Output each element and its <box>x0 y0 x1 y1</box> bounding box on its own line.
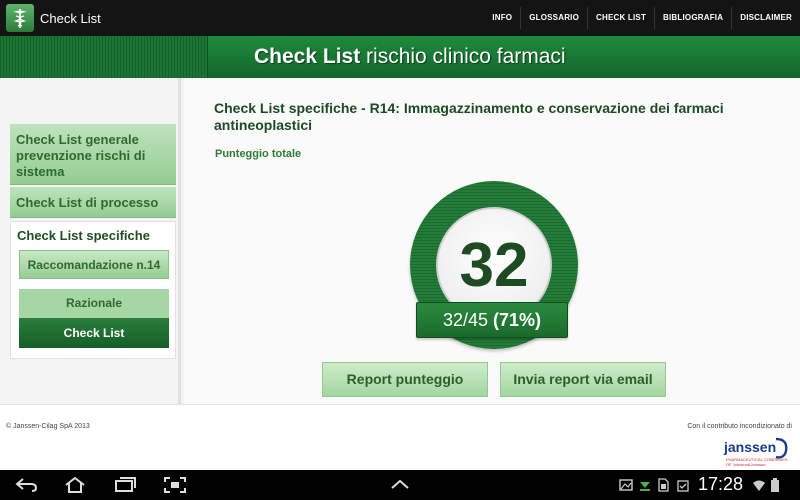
menu-info[interactable]: INFO <box>484 7 520 29</box>
recommendation-button[interactable]: Raccomandazione n.14 <box>19 250 169 279</box>
back-icon[interactable] <box>14 476 40 494</box>
report-score-button[interactable]: Report punteggio <box>322 362 488 397</box>
score-value: 32 <box>459 230 529 300</box>
email-report-button[interactable]: Invia report via email <box>500 362 666 397</box>
battery-icon <box>771 478 779 492</box>
action-bar: Check List INFO GLOSSARIO CHECK LIST BIB… <box>0 0 800 36</box>
system-bar: 17:28 <box>0 470 800 500</box>
menu-disclaimer[interactable]: DISCLAIMER <box>731 7 800 29</box>
clock: 17:28 <box>698 474 744 494</box>
checklist-tab[interactable]: Check List <box>19 318 169 348</box>
menu-glossario[interactable]: GLOSSARIO <box>520 7 587 29</box>
header-banner: Check List rischio clinico farmaci <box>0 36 800 78</box>
janssen-logo: janssen PHARMACEUTICAL COMPANIES OF John… <box>724 437 790 467</box>
download-icon <box>640 482 650 491</box>
sidebar-item-process[interactable]: Check List di processo <box>10 187 176 218</box>
score-label: Punteggio totale <box>215 148 302 160</box>
wifi-icon <box>753 480 765 491</box>
app-title: Check List <box>40 10 101 26</box>
copyright: © Janssen-Cilag SpA 2013 <box>6 423 90 430</box>
banner-panel: Check List rischio clinico farmaci <box>207 36 800 78</box>
main-content: Check List specifiche - R14: Immagazzina… <box>184 78 800 404</box>
image-notification-icon <box>619 479 633 491</box>
menu-bibliografia[interactable]: BIBLIOGRAFIA <box>654 7 731 29</box>
home-icon[interactable] <box>62 476 88 494</box>
sidebar-specific-panel: Check List specifiche Raccomandazione n.… <box>10 221 176 359</box>
rationale-tab[interactable]: Razionale <box>19 289 169 318</box>
banner-title-rest: rischio clinico farmaci <box>360 45 566 68</box>
contribution-note: Con il contributo incondizionato di <box>687 423 792 430</box>
page-title: Check List specifiche - R14: Immagazzina… <box>214 100 724 133</box>
sidebar: Check List generale prevenzione rischi d… <box>0 78 181 404</box>
janssen-swoosh-icon <box>775 437 788 459</box>
score-percent: (71%) <box>493 310 542 330</box>
sidebar-item-general[interactable]: Check List generale prevenzione rischi d… <box>10 124 176 185</box>
sidebar-item-specific[interactable]: Check List specifiche <box>17 228 150 243</box>
chevron-up-icon[interactable] <box>387 476 413 494</box>
banner-title: Check List rischio clinico farmaci <box>254 45 566 69</box>
top-menu: INFO GLOSSARIO CHECK LIST BIBLIOGRAFIA D… <box>484 0 800 36</box>
footer: © Janssen-Cilag SpA 2013 Con il contribu… <box>0 404 800 470</box>
banner-title-bold: Check List <box>254 45 361 68</box>
score-ribbon: 32/45 (71%) <box>416 302 568 338</box>
score-fraction: 32/45 <box>442 310 488 330</box>
menu-check-list[interactable]: CHECK LIST <box>587 7 654 29</box>
clipboard-icon <box>677 480 689 492</box>
caduceus-icon[interactable] <box>6 4 34 32</box>
screenshot-icon[interactable] <box>162 476 188 494</box>
logo-text: janssen <box>724 439 777 455</box>
recent-apps-icon[interactable] <box>112 476 138 494</box>
document-icon <box>658 478 669 492</box>
